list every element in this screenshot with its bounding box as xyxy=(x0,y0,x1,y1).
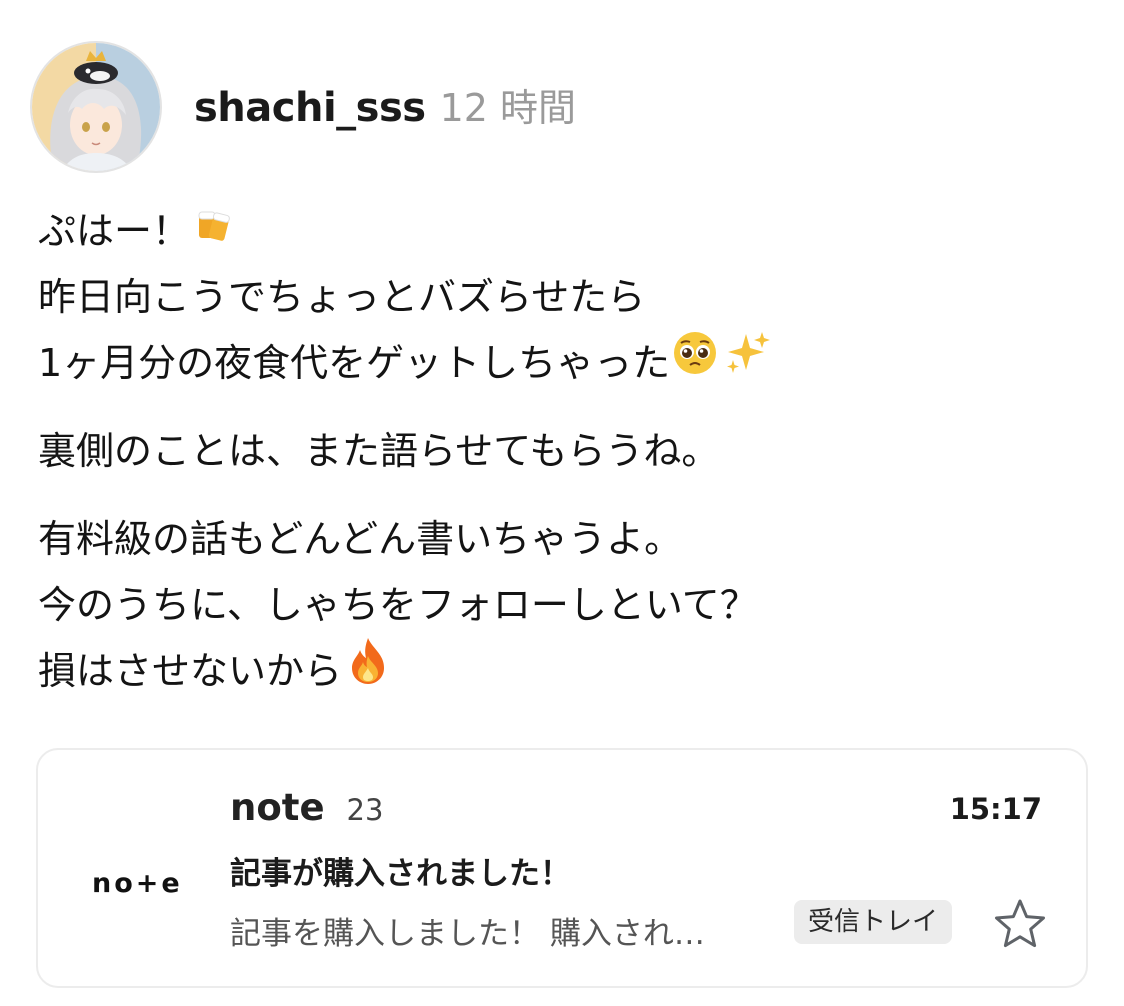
email-notification-card[interactable]: no+e note 23 15:17 記事が購入されました！ 記事を購入しました… xyxy=(36,748,1088,988)
user-meta: shachi_sss 12 時間 xyxy=(194,77,576,132)
post-line-text: 裏側のことは、また語らせてもらうね。 xyxy=(38,429,720,473)
post-line-text: 損はさせないから xyxy=(38,649,343,693)
post-line-text: 昨日向こうでちょっとバズらせたら xyxy=(38,275,646,319)
post-header: shachi_sss 12 時間 xyxy=(30,40,576,174)
inbox-label-badge: 受信トレイ xyxy=(794,900,953,944)
paragraph-3: 有料級の話もどんどん書いちゃうよ。 今のうちに、しゃちをフォローしといて？ 損は… xyxy=(38,506,1098,704)
post-line: 有料級の話もどんどん書いちゃうよ。 xyxy=(38,506,1098,572)
pleading-face-icon xyxy=(672,330,718,396)
fire-icon xyxy=(346,636,390,706)
sparkles-icon xyxy=(724,330,772,396)
username[interactable]: shachi_sss xyxy=(194,85,426,131)
avatar-image xyxy=(32,43,160,171)
post-line: 今のうちに、しゃちをフォローしといて？ xyxy=(38,572,1098,638)
note-logo: no+e xyxy=(92,868,183,899)
star-icon[interactable] xyxy=(992,896,1048,952)
post-line: 1ヶ月分の夜食代をゲットしちゃった xyxy=(38,330,1098,396)
post-line: 昨日向こうでちょっとバズらせたら xyxy=(38,264,1098,330)
post-line: 裏側のことは、また語らせてもらうね。 xyxy=(38,418,1098,484)
beer-mugs-icon xyxy=(196,198,240,264)
message-count: 23 xyxy=(346,793,384,827)
avatar[interactable] xyxy=(30,41,162,173)
email-subject: 記事が購入されました！ xyxy=(230,856,571,892)
post-line-text: 有料級の話もどんどん書いちゃうよ。 xyxy=(38,517,683,561)
post-line-text: ぷはー！ xyxy=(38,209,191,253)
post-line-text: 1ヶ月分の夜食代をゲットしちゃった xyxy=(38,341,671,385)
post-line: ぷはー！ xyxy=(38,198,1098,264)
post-body: ぷはー！ 昨日向こうでちょっとバズらせたら 1ヶ月分の夜食代をゲットしちゃった … xyxy=(38,198,1098,726)
paragraph-2: 裏側のことは、また語らせてもらうね。 xyxy=(38,418,1098,484)
sender-name: note xyxy=(230,786,325,829)
paragraph-1: ぷはー！ 昨日向こうでちょっとバズらせたら 1ヶ月分の夜食代をゲットしちゃった xyxy=(38,198,1098,396)
post-line-text: 今のうちに、しゃちをフォローしといて？ xyxy=(38,583,758,627)
email-preview: 記事を購入しました！ 購入され… xyxy=(230,916,705,952)
post-timestamp: 12 時間 xyxy=(439,85,577,130)
post-line: 損はさせないから xyxy=(38,638,1098,704)
post-container: shachi_sss 12 時間 ぷはー！ 昨日向こうでちょっとバズらせたら 1… xyxy=(0,0,1124,1006)
sender-row: note 23 xyxy=(230,786,383,829)
email-time: 15:17 xyxy=(949,792,1042,826)
